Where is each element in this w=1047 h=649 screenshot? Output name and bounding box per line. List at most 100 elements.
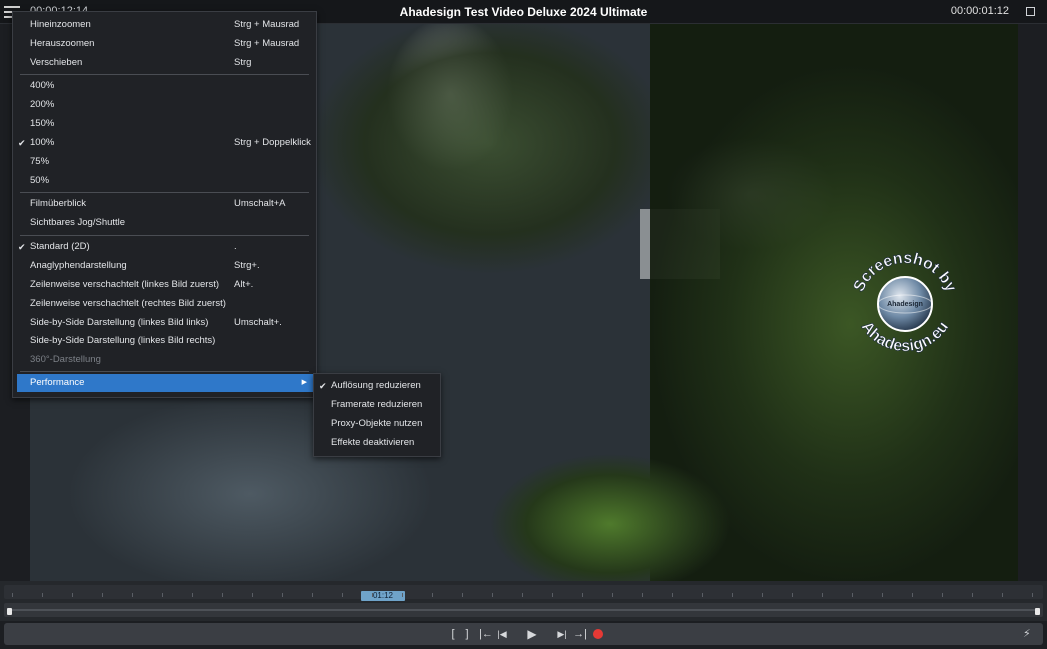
menu-item-label: 150% xyxy=(30,118,55,129)
menu-separator xyxy=(20,192,309,193)
ruler-tick xyxy=(12,593,13,597)
timeline[interactable]: 01:12 xyxy=(0,581,1047,621)
menu-item-2[interactable]: Verschieben Strg xyxy=(13,54,316,72)
timecode-display: 00:00:01:12 xyxy=(950,5,1009,17)
menu-item-shortcut: Strg + Mausrad xyxy=(234,38,300,49)
menu-item-8[interactable]: 50% xyxy=(13,172,316,190)
ruler-tick xyxy=(42,593,43,597)
menu-item-6[interactable]: ✔ 100% Strg + Doppelklick xyxy=(13,134,316,152)
preview-bushes xyxy=(490,444,730,581)
menu-item-label: 75% xyxy=(30,156,50,167)
ruler-tick xyxy=(222,593,223,597)
video-editor-window: 00:00:12:14 Ahadesign Test Video Deluxe … xyxy=(0,0,1047,649)
menu-item-label: Zeilenweise verschachtelt (rechtes Bild … xyxy=(30,298,226,309)
menu-item-11[interactable]: ✔ Standard (2D). xyxy=(13,238,316,256)
to-start-button[interactable]: |◀ xyxy=(493,625,511,643)
submenu-item-1[interactable]: Framerate reduzieren xyxy=(314,396,440,414)
ruler-tick xyxy=(852,593,853,597)
menu-item-13[interactable]: Zeilenweise verschachtelt (linkes Bild z… xyxy=(13,276,316,294)
menu-item-1[interactable]: Herauszoomen Strg + Mausrad xyxy=(13,35,316,53)
submenu-item-3[interactable]: Effekte deaktivieren xyxy=(314,434,440,452)
transport-bar: [ ] |← |◀ ▶ ▶| →| ⚡ xyxy=(4,623,1043,645)
menu-item-15[interactable]: Side-by-Side Darstellung (linkes Bild li… xyxy=(13,314,316,332)
menu-item-10[interactable]: Sichtbares Jog/Shuttle xyxy=(13,214,316,232)
submenu-item-label: Effekte deaktivieren xyxy=(331,437,415,448)
menu-item-16[interactable]: Side-by-Side Darstellung (linkes Bild re… xyxy=(13,332,316,350)
menu-item-shortcut: Umschalt+A xyxy=(234,198,286,209)
timeline-ruler[interactable]: 01:12 xyxy=(4,585,1043,601)
view-menu: Hineinzoomen Strg + Mausrad Herauszoomen St… xyxy=(12,11,317,398)
next-marker-button[interactable]: →| xyxy=(570,625,590,643)
ruler-tick xyxy=(402,593,403,597)
ruler-tick xyxy=(672,593,673,597)
ruler-tick xyxy=(1032,593,1033,597)
to-end-button[interactable]: ▶| xyxy=(553,625,571,643)
ruler-tick xyxy=(1002,593,1003,597)
submenu-item-label: Proxy-Objekte nutzen xyxy=(331,418,423,429)
ruler-tick xyxy=(72,593,73,597)
menu-item-3[interactable]: 400% xyxy=(13,77,316,95)
mark-out-button[interactable]: ] xyxy=(459,625,475,643)
menu-item-shortcut: . xyxy=(234,241,237,252)
menu-item-shortcut: Umschalt+. xyxy=(234,317,282,328)
submenu-item-2[interactable]: Proxy-Objekte nutzen xyxy=(314,415,440,433)
ruler-tick xyxy=(702,593,703,597)
menu-item-shortcut: Strg+. xyxy=(234,260,260,271)
tools-icon[interactable]: ⚡ xyxy=(1023,626,1037,642)
ruler-tick xyxy=(432,593,433,597)
menu-item-9[interactable]: Filmüberblick Umschalt+A xyxy=(13,195,316,213)
submenu-item-label: Auflösung reduzieren xyxy=(331,380,421,391)
ruler-tick xyxy=(132,593,133,597)
menu-item-shortcut: Strg xyxy=(234,57,252,68)
range-start-handle[interactable] xyxy=(7,608,12,615)
ruler-tick xyxy=(192,593,193,597)
menu-item-7[interactable]: 75% xyxy=(13,153,316,171)
ruler-tick xyxy=(792,593,793,597)
menu-item-label: 100% xyxy=(30,137,55,148)
ruler-tick xyxy=(492,593,493,597)
ruler-tick xyxy=(942,593,943,597)
menu-item-label: Herauszoomen xyxy=(30,38,95,49)
menu-item-0[interactable]: Hineinzoomen Strg + Mausrad xyxy=(13,16,316,34)
menu-separator xyxy=(20,235,309,236)
menu-item-label: 360°-Darstellung xyxy=(30,354,101,365)
ruler-tick xyxy=(912,593,913,597)
ruler-tick xyxy=(282,593,283,597)
playhead-time-label[interactable]: 01:12 xyxy=(361,591,405,601)
record-button[interactable] xyxy=(593,629,603,639)
range-end-handle[interactable] xyxy=(1035,608,1040,615)
ruler-tick xyxy=(252,593,253,597)
menu-item-label: Side-by-Side Darstellung (linkes Bild li… xyxy=(30,317,209,328)
menu-item-17: 360°-Darstellung xyxy=(13,351,316,369)
menu-item-12[interactable]: Anaglyphendarstellung Strg+. xyxy=(13,257,316,275)
ruler-tick xyxy=(732,593,733,597)
ruler-tick xyxy=(582,593,583,597)
menu-item-label: Filmüberblick xyxy=(30,198,86,209)
menu-item-label: Performance xyxy=(30,377,85,388)
submenu-item-label: Framerate reduzieren xyxy=(331,399,423,410)
timeline-track[interactable] xyxy=(4,603,1043,617)
menu-item-5[interactable]: 150% xyxy=(13,115,316,133)
ruler-tick xyxy=(882,593,883,597)
menu-item-label: Anaglyphendarstellung xyxy=(30,260,127,271)
track-line xyxy=(12,609,1035,611)
ruler-tick xyxy=(762,593,763,597)
ruler-tick xyxy=(552,593,553,597)
menu-item-4[interactable]: 200% xyxy=(13,96,316,114)
menu-item-label: Hineinzoomen xyxy=(30,19,91,30)
menu-item-14[interactable]: Zeilenweise verschachtelt (rechtes Bild … xyxy=(13,295,316,313)
ruler-tick xyxy=(642,593,643,597)
ruler-tick xyxy=(372,593,373,597)
watermark-logo: Ahadesign Screenshot by Ahadesign.eu xyxy=(850,250,959,356)
submenu-item-0[interactable]: ✔ Auflösung reduzieren xyxy=(314,377,440,395)
ruler-tick xyxy=(972,593,973,597)
ruler-tick xyxy=(162,593,163,597)
menu-item-shortcut: Strg + Doppelklick xyxy=(234,137,311,148)
play-button[interactable]: ▶ xyxy=(524,625,540,643)
check-icon: ✔ xyxy=(18,138,26,148)
maximize-icon[interactable] xyxy=(1026,7,1035,16)
menu-item-18[interactable]: Performance ▶ xyxy=(17,374,313,392)
menu-separator xyxy=(20,371,309,372)
menu-item-shortcut: Strg + Mausrad xyxy=(234,19,300,30)
menu-item-shortcut: Alt+. xyxy=(234,279,254,290)
